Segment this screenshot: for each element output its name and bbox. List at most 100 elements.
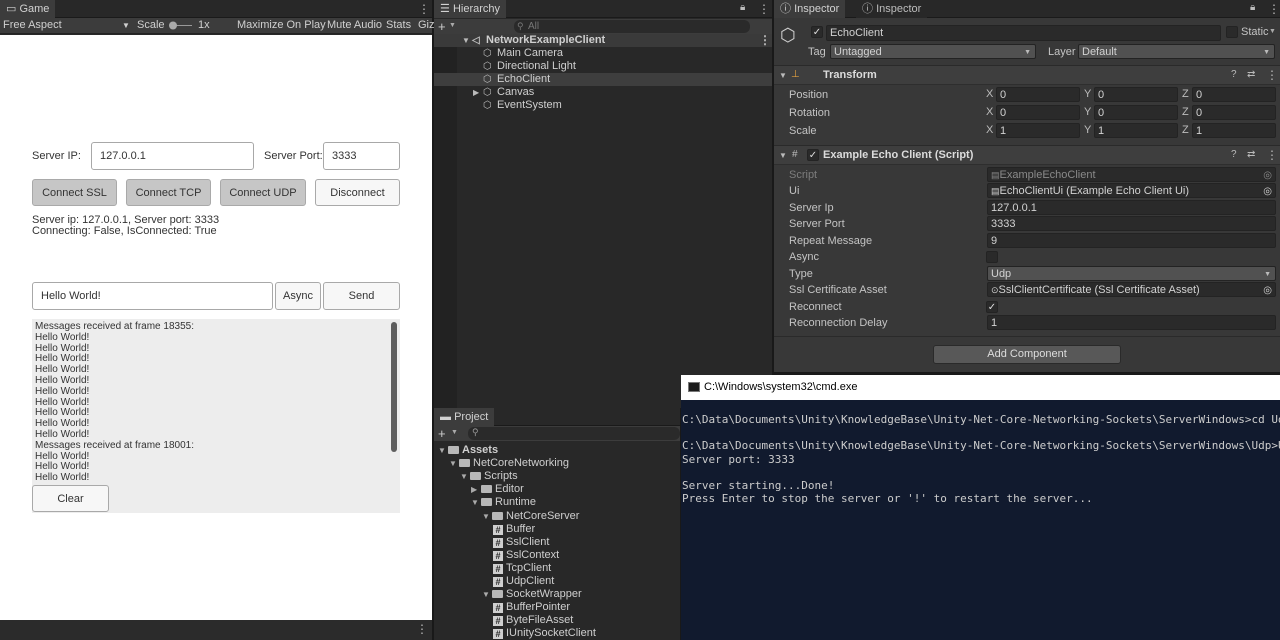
project-tree-item[interactable]: # BufferPointer (493, 601, 570, 614)
server-port-input[interactable]: 3333 (323, 142, 400, 170)
help-icon[interactable]: ? (1231, 69, 1237, 80)
chevron-down-icon[interactable]: ▼ (449, 457, 459, 470)
transform-z-field[interactable]: 1 (1192, 123, 1276, 138)
reconnect-checkbox[interactable]: ✓ (986, 301, 998, 313)
project-tree-item[interactable]: ▶ Editor (471, 483, 524, 496)
tag-dropdown[interactable]: Untagged ▼ (830, 44, 1036, 59)
type-dropdown[interactable]: Udp ▼ (987, 266, 1276, 281)
preset-icon[interactable]: ⇄ (1247, 149, 1255, 160)
more-options-icon[interactable]: ⋮ (418, 2, 430, 16)
server-ip-field[interactable]: 127.0.0.1 (987, 200, 1276, 215)
transform-x-field[interactable]: 0 (996, 105, 1080, 120)
chevron-down-icon[interactable]: ▼ (438, 444, 448, 457)
message-log[interactable]: Messages received at frame 18355: Hello W… (32, 319, 400, 513)
connect-tcp-button[interactable]: Connect TCP (126, 179, 211, 206)
static-checkbox[interactable] (1226, 26, 1238, 38)
transform-z-field[interactable]: 0 (1192, 87, 1276, 102)
script-component-header[interactable]: ▼ # ✓ Example Echo Client (Script) ? ⇄ ⋮ (774, 145, 1280, 165)
lock-icon[interactable]: 🔒︎ (1250, 2, 1255, 13)
axis-x-label[interactable]: X (986, 87, 993, 102)
scene-row[interactable]: ▼ ◁ NetworkExampleClient ⋮ (434, 34, 772, 47)
more-options-icon[interactable]: ⋮ (1266, 148, 1278, 162)
axis-x-label[interactable]: X (986, 123, 993, 138)
more-options-icon[interactable]: ⋮ (416, 622, 428, 636)
target-icon[interactable]: ◎ (1263, 283, 1272, 296)
maximize-on-play-toggle[interactable]: Maximize On Play (237, 19, 326, 31)
target-icon[interactable]: ◎ (1263, 184, 1272, 197)
project-tree-item[interactable]: # UdpClient (493, 575, 554, 588)
hierarchy-item[interactable]: ⬡ EventSystem (434, 99, 772, 112)
connect-udp-button[interactable]: Connect UDP (220, 179, 306, 206)
gizmos-toggle[interactable]: Giz (418, 19, 435, 31)
project-tree-item[interactable]: # ByteFileAsset (493, 614, 573, 627)
scale-slider[interactable] (168, 21, 194, 30)
hierarchy-item[interactable]: ⬡ Directional Light (434, 60, 772, 73)
async-button[interactable]: Async (275, 282, 321, 310)
repeat-message-field[interactable]: 9 (987, 233, 1276, 248)
tab-game[interactable]: ▭ Game (0, 0, 56, 18)
axis-y-label[interactable]: Y (1084, 105, 1091, 120)
chevron-down-icon[interactable]: ▼ (482, 510, 492, 523)
axis-x-label[interactable]: X (986, 105, 993, 120)
add-component-button[interactable]: Add Component (933, 345, 1121, 364)
send-button[interactable]: Send (323, 282, 400, 310)
transform-header[interactable]: ▼ ⊥ Transform ? ⇄ ⋮ (774, 65, 1280, 85)
reconnection-delay-field[interactable]: 1 (987, 315, 1276, 330)
chevron-down-icon[interactable]: ▼ (460, 470, 470, 483)
project-search-input[interactable]: ⚲ (468, 427, 680, 440)
chevron-right-icon[interactable]: ▶ (473, 86, 479, 99)
project-tree-item[interactable]: # Buffer (493, 523, 535, 536)
project-tree-item[interactable]: # SslClient (493, 536, 549, 549)
more-options-icon[interactable]: ⋮ (759, 34, 771, 47)
connect-ssl-button[interactable]: Connect SSL (32, 179, 117, 206)
cmd-titlebar[interactable]: C:\Windows\system32\cmd.exe (681, 375, 1280, 400)
hierarchy-item[interactable]: ⬡ Main Camera (434, 47, 772, 60)
project-tree-item[interactable]: # SslContext (493, 549, 559, 562)
transform-x-field[interactable]: 0 (996, 87, 1080, 102)
active-checkbox[interactable]: ✓ (811, 26, 823, 38)
ui-object-field[interactable]: ▤EchoClientUi (Example Echo Client Ui) ◎ (987, 183, 1276, 198)
preset-icon[interactable]: ⇄ (1247, 69, 1255, 80)
disconnect-button[interactable]: Disconnect (315, 179, 400, 206)
mute-audio-toggle[interactable]: Mute Audio (327, 19, 382, 31)
project-tree-item[interactable]: # TcpClient (493, 562, 551, 575)
message-input[interactable]: Hello World! (32, 282, 273, 310)
project-tree-item[interactable]: ▼ NetCoreServer (482, 510, 579, 523)
project-tree-item[interactable]: ▼ Runtime (471, 496, 536, 509)
clear-button[interactable]: Clear (32, 485, 109, 512)
transform-y-field[interactable]: 1 (1094, 123, 1178, 138)
transform-x-field[interactable]: 1 (996, 123, 1080, 138)
axis-y-label[interactable]: Y (1084, 123, 1091, 138)
async-checkbox[interactable] (986, 251, 998, 263)
project-tree-item[interactable]: ▼ SocketWrapper (482, 588, 582, 601)
add-icon[interactable]: + (438, 426, 446, 441)
layer-dropdown[interactable]: Default ▼ (1078, 44, 1275, 59)
cmd-output[interactable]: C:\Data\Documents\Unity\KnowledgeBase\Un… (682, 413, 1280, 505)
tab-inspector-1[interactable]: ⓘ Inspector (774, 0, 846, 18)
chevron-down-icon[interactable]: ▼ (471, 496, 481, 509)
server-port-field[interactable]: 3333 (987, 216, 1276, 231)
axis-z-label[interactable]: Z (1182, 123, 1189, 138)
axis-z-label[interactable]: Z (1182, 105, 1189, 120)
chevron-right-icon[interactable]: ▶ (471, 483, 481, 496)
component-enabled-checkbox[interactable]: ✓ (807, 149, 819, 161)
tab-hierarchy[interactable]: ☰ Hierarchy (434, 0, 507, 18)
log-scrollbar[interactable] (391, 322, 397, 452)
transform-y-field[interactable]: 0 (1094, 87, 1178, 102)
hierarchy-item[interactable]: ▶ ⬡ Canvas (434, 86, 772, 99)
lock-icon[interactable]: 🔒︎ (740, 2, 745, 13)
stats-toggle[interactable]: Stats (386, 19, 411, 31)
hierarchy-item-selected[interactable]: ⬡ EchoClient (434, 73, 772, 86)
project-tree-item[interactable]: ▼ Scripts (460, 470, 518, 483)
chevron-down-icon[interactable]: ▼ (482, 588, 492, 601)
ssl-certificate-field[interactable]: ⊙SslClientCertificate (Ssl Certificate A… (987, 282, 1276, 297)
tab-project[interactable]: ▬ Project (434, 408, 495, 426)
more-options-icon[interactable]: ⋮ (1266, 68, 1278, 82)
more-options-icon[interactable]: ⋮ (758, 2, 770, 16)
more-options-icon[interactable]: ⋮ (1268, 2, 1280, 16)
axis-y-label[interactable]: Y (1084, 87, 1091, 102)
chevron-down-icon[interactable]: ▼ (1269, 28, 1276, 35)
project-tree-item[interactable]: ▼ Assets (438, 444, 498, 457)
project-tree-item[interactable]: ▼ NetCoreNetworking (449, 457, 569, 470)
help-icon[interactable]: ? (1231, 149, 1237, 160)
